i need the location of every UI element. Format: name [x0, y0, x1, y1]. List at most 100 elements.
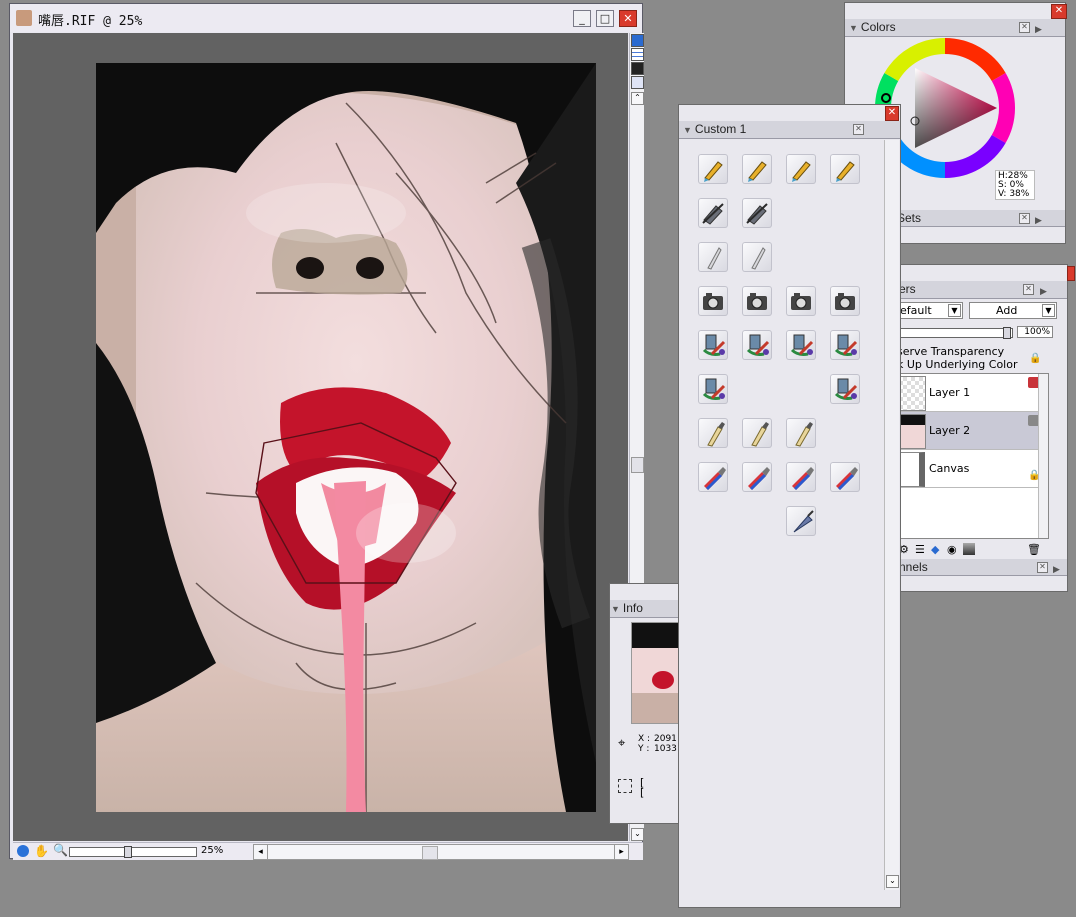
custom-palette-x-icon[interactable]: ✕	[853, 124, 864, 135]
opacity-value[interactable]: 100%	[1017, 326, 1053, 338]
tracing-icon[interactable]	[631, 62, 644, 75]
camera-icon[interactable]	[698, 286, 728, 316]
maximize-button[interactable]: □	[596, 10, 614, 27]
x-label: X :	[638, 734, 651, 744]
layer-adjuster-icon[interactable]: ☰	[915, 543, 925, 556]
channels-titlebar[interactable]: nnels ✕ ▶	[897, 559, 1067, 576]
layer-mask-icon[interactable]: ◉	[947, 543, 957, 556]
pick-up-underlying-color-checkbox[interactable]: k Up Underlying Color	[897, 358, 1017, 371]
lock-icon[interactable]: 🔒	[1029, 353, 1041, 364]
close-button[interactable]: ✕	[619, 10, 637, 27]
chevron-down-icon[interactable]: ▼	[1042, 304, 1055, 317]
perspective-icon[interactable]	[631, 76, 644, 89]
zoom-slider-knob[interactable]	[124, 846, 132, 858]
channels-menu-icon[interactable]: ▶	[1053, 561, 1060, 577]
striped-brush-icon[interactable]	[786, 462, 816, 492]
layer-effects-icon[interactable]	[963, 543, 975, 555]
artist-brush-icon[interactable]	[742, 330, 772, 360]
blender-icon[interactable]	[742, 242, 772, 272]
document-bottom-bar: ✋ 🔍 25% ◂ ▸	[13, 842, 643, 860]
pencil-icon[interactable]	[830, 154, 860, 184]
layer-row-layer-1[interactable]: Layer 1	[898, 374, 1048, 412]
flat-brush-icon[interactable]	[786, 418, 816, 448]
blender-icon[interactable]	[698, 242, 728, 272]
horizontal-scrollbar[interactable]: ◂ ▸	[253, 844, 629, 860]
height-label: [	[640, 786, 645, 799]
colors-panel-x-icon[interactable]: ✕	[1019, 22, 1030, 33]
flat-brush-icon[interactable]	[698, 418, 728, 448]
pencil-icon[interactable]	[698, 154, 728, 184]
grabber-icon[interactable]: ✋	[34, 844, 49, 858]
custom-palette-close-button[interactable]: ✕	[885, 106, 899, 121]
opacity-slider[interactable]	[897, 327, 1013, 339]
navigator-icon[interactable]	[17, 845, 29, 857]
colors-panel-title: Colors	[860, 20, 896, 34]
layer-view-icon[interactable]	[631, 34, 644, 47]
artist-brush-icon[interactable]	[698, 330, 728, 360]
scroll-down-icon[interactable]: ⌄	[886, 875, 899, 888]
painting[interactable]	[96, 63, 596, 812]
opacity-slider-knob[interactable]	[1003, 327, 1011, 339]
layers-panel-title: ers	[899, 282, 916, 296]
layer-thumbnail	[898, 414, 926, 449]
magnifier-icon[interactable]: 🔍	[53, 843, 68, 857]
flat-brush-icon[interactable]	[742, 418, 772, 448]
horizontal-scroll-thumb[interactable]	[422, 846, 438, 860]
canvas-area[interactable]	[13, 33, 628, 841]
collapse-triangle-icon[interactable]: ▼	[849, 20, 858, 37]
vertical-scroll-thumb[interactable]	[631, 457, 644, 473]
info-panel-titlebar[interactable]: ▼ Info	[610, 600, 680, 618]
layer-thumbnail	[898, 452, 925, 487]
colors-panel-close-button[interactable]: ✕	[1051, 4, 1067, 19]
layer-row-layer-2[interactable]: Layer 2	[898, 412, 1048, 450]
artist-brush-icon[interactable]	[830, 330, 860, 360]
info-panel: ▼ Info ⌖ X : 2091 Y : 1033 [ [	[609, 583, 683, 824]
scroll-down-icon[interactable]: ⌄	[631, 828, 644, 841]
colors-panel-menu-icon[interactable]: ▶	[1035, 21, 1042, 38]
minimize-button[interactable]: _	[573, 10, 591, 27]
layers-panel-close-button[interactable]	[1067, 266, 1075, 281]
color-sets-x-icon[interactable]: ✕	[1019, 213, 1030, 224]
layers-panel-titlebar[interactable]: ers ✕ ▶	[897, 281, 1067, 299]
zoom-slider[interactable]	[69, 846, 197, 858]
collapse-triangle-icon[interactable]: ▼	[611, 601, 620, 618]
eraser-icon[interactable]	[742, 198, 772, 228]
color-sets-menu-icon[interactable]: ▶	[1035, 212, 1042, 228]
custom-palette-scrollbar[interactable]: ⌄	[884, 140, 899, 890]
artist-brush-icon[interactable]	[786, 330, 816, 360]
scroll-up-icon[interactable]: ⌃	[631, 92, 644, 105]
composite-method-select[interactable]: efault ▼	[897, 302, 963, 319]
grid-icon[interactable]	[631, 48, 644, 61]
camera-icon[interactable]	[786, 286, 816, 316]
composite-depth-select[interactable]: Add ▼	[969, 302, 1057, 319]
striped-brush-icon[interactable]	[698, 462, 728, 492]
palette-knife-icon[interactable]	[786, 506, 816, 536]
artist-brush-icon[interactable]	[830, 374, 860, 404]
scroll-right-icon[interactable]: ▸	[614, 845, 628, 859]
camera-icon[interactable]	[742, 286, 772, 316]
striped-brush-icon[interactable]	[830, 462, 860, 492]
y-value: 1033	[654, 744, 677, 754]
chevron-down-icon[interactable]: ▼	[948, 304, 961, 317]
pencil-icon[interactable]	[742, 154, 772, 184]
camera-icon[interactable]	[830, 286, 860, 316]
eraser-icon[interactable]	[698, 198, 728, 228]
channels-label: nnels	[899, 560, 928, 574]
preserve-transparency-checkbox[interactable]: serve Transparency	[897, 345, 1004, 358]
new-layer-icon[interactable]: ◆	[931, 543, 939, 556]
collapse-triangle-icon[interactable]: ▼	[683, 122, 692, 139]
document-titlebar[interactable]: 嘴唇.RIF @ 25% _ □ ✕	[10, 4, 642, 32]
channels-x-icon[interactable]: ✕	[1037, 562, 1048, 573]
trash-icon[interactable]: 🗑	[1027, 543, 1041, 556]
custom-palette-titlebar[interactable]: ▼ Custom 1 ✕	[679, 121, 900, 139]
layer-list: Layer 1 Layer 2 Canvas 🔒	[897, 373, 1049, 539]
pencil-icon[interactable]	[786, 154, 816, 184]
striped-brush-icon[interactable]	[742, 462, 772, 492]
layer-row-canvas[interactable]: Canvas 🔒	[898, 450, 1048, 488]
artist-brush-icon[interactable]	[698, 374, 728, 404]
layer-list-scrollbar[interactable]	[1038, 374, 1048, 538]
layers-panel-menu-icon[interactable]: ▶	[1040, 283, 1047, 300]
scroll-left-icon[interactable]: ◂	[254, 845, 268, 859]
layers-panel-x-icon[interactable]: ✕	[1023, 284, 1034, 295]
value-value: V: 38%	[998, 189, 1030, 199]
